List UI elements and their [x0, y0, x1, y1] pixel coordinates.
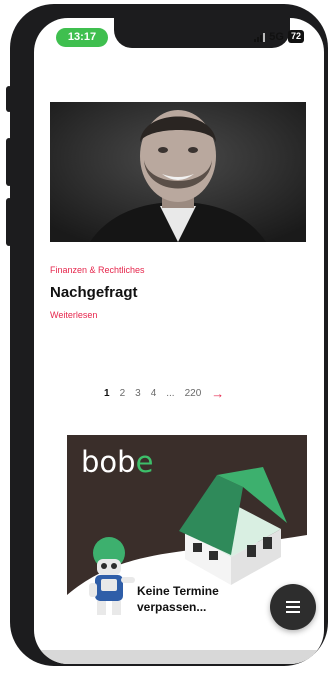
portrait-photo-icon	[50, 102, 306, 242]
menu-icon	[286, 601, 300, 613]
pagination: 1 2 3 4 ... 220 →	[104, 386, 224, 401]
screen: 13:17 5G 72 Finanzen & Rechtliches Nachg…	[34, 18, 324, 664]
page-link-3[interactable]: 3	[135, 388, 141, 399]
article-title[interactable]: Nachgefragt	[50, 284, 138, 301]
ad-logo-accent: e	[135, 445, 154, 479]
network-label: 5G	[269, 30, 284, 43]
ad-tagline-line1: Keine Termine	[137, 584, 219, 598]
phone-frame: 13:17 5G 72 Finanzen & Rechtliches Nachg…	[10, 4, 328, 666]
page-link-2[interactable]: 2	[120, 388, 126, 399]
page-link-4[interactable]: 4	[151, 388, 157, 399]
ad-tagline-line2: verpassen...	[137, 600, 207, 614]
ad-logo-main: bob	[81, 445, 136, 479]
battery-icon: 72	[287, 30, 304, 43]
ad-logo: bobe	[81, 445, 153, 479]
pagination-ellipsis: ...	[166, 388, 175, 399]
status-indicators: 5G 72	[254, 30, 304, 43]
article-image[interactable]	[50, 102, 306, 242]
article-category[interactable]: Finanzen & Rechtliches	[50, 265, 145, 275]
page-link-1[interactable]: 1	[104, 388, 110, 399]
bottom-bar	[34, 650, 324, 664]
status-time: 13:17	[56, 28, 108, 47]
menu-button[interactable]	[270, 584, 316, 630]
read-more-link[interactable]: Weiterlesen	[50, 310, 97, 320]
arrow-right-icon[interactable]: →	[211, 386, 224, 401]
page-link-last[interactable]: 220	[185, 388, 202, 399]
ad-tagline: Keine Termine verpassen...	[137, 583, 219, 615]
signal-icon	[254, 32, 266, 42]
